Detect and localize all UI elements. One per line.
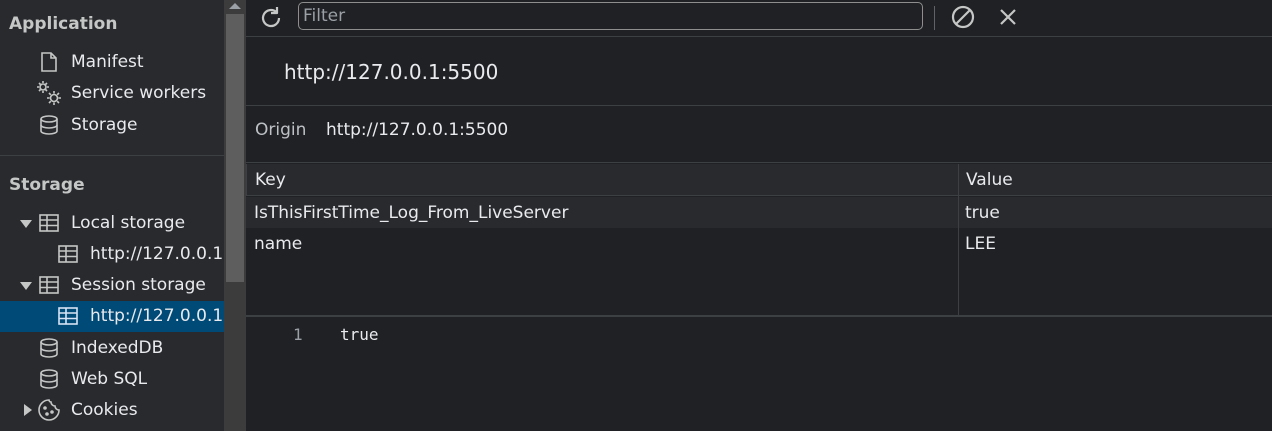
- column-header-key[interactable]: Key: [255, 170, 286, 190]
- sidebar-scrollbar-thumb[interactable]: [226, 14, 244, 282]
- sidebar-item-cookies[interactable]: Cookies: [0, 395, 224, 426]
- key-value-table: Key Value IsThisFirstTime_Log_From_LiveS…: [246, 164, 1272, 317]
- row-key: IsThisFirstTime_Log_From_LiveServer: [254, 203, 569, 223]
- table-icon: [39, 276, 59, 294]
- origin-label: Origin: [255, 120, 307, 140]
- sidebar-item-label: Web SQL: [71, 369, 148, 389]
- sidebar-item-label: Local storage: [71, 213, 186, 233]
- sidebar-item-manifest[interactable]: Manifest: [0, 47, 224, 78]
- origin-value: http://127.0.0.1:5500: [326, 120, 509, 140]
- database-icon: [40, 338, 58, 358]
- preview-text: true: [340, 325, 379, 344]
- sidebar-item-indexeddb[interactable]: IndexedDB: [0, 333, 224, 364]
- sidebar-item-web-sql[interactable]: Web SQL: [0, 364, 224, 395]
- sidebar-item-label: http://127.0.0.1:5500: [90, 306, 224, 326]
- toolbar: [246, 0, 1272, 37]
- line-number: 1: [293, 325, 303, 344]
- toolbar-separator: [934, 6, 935, 30]
- sidebar-item-label: IndexedDB: [71, 338, 164, 358]
- value-preview: 1 true: [246, 319, 1272, 431]
- expand-arrow-icon[interactable]: [24, 404, 32, 416]
- application-section-title: Application: [9, 14, 118, 34]
- expand-arrow-icon[interactable]: [20, 220, 32, 228]
- table-icon: [58, 307, 78, 325]
- sidebar-item-storage[interactable]: Storage: [0, 110, 224, 141]
- sidebar-divider: [0, 155, 224, 156]
- expand-arrow-icon[interactable]: [20, 282, 32, 290]
- column-divider[interactable]: [958, 164, 959, 317]
- sidebar-item-label: Cookies: [71, 400, 138, 420]
- sidebar-item-label: Manifest: [71, 52, 144, 72]
- document-icon: [41, 52, 57, 72]
- storage-panel: http://127.0.0.1:5500 Origin http://127.…: [246, 0, 1272, 431]
- sidebar-item-label: Service workers: [71, 83, 207, 103]
- database-icon: [40, 115, 58, 135]
- origin-header: http://127.0.0.1:5500: [246, 38, 1272, 106]
- sidebar: Application Manifest Service workers Sto…: [0, 0, 224, 431]
- cookie-icon: [38, 399, 60, 421]
- delete-selected-icon[interactable]: [996, 5, 1020, 29]
- filter-input[interactable]: [298, 2, 923, 30]
- sidebar-item-label: Session storage: [71, 275, 206, 295]
- sidebar-item-session-storage-origin[interactable]: http://127.0.0.1:5500: [0, 301, 224, 332]
- sidebar-item-label: http://127.0.0.1:5500: [90, 244, 224, 264]
- scroll-up-arrow-icon[interactable]: [229, 3, 241, 9]
- table-header: Key Value: [246, 164, 1272, 196]
- row-value: true: [965, 203, 1000, 223]
- row-value: LEE: [965, 234, 996, 254]
- table-icon: [58, 245, 78, 263]
- table-row[interactable]: IsThisFirstTime_Log_From_LiveServer true: [246, 197, 1272, 228]
- clear-all-icon[interactable]: [950, 4, 976, 30]
- sidebar-item-session-storage[interactable]: Session storage: [0, 270, 224, 301]
- table-row[interactable]: name LEE: [246, 228, 1272, 259]
- row-key: name: [254, 234, 303, 254]
- origin-title: http://127.0.0.1:5500: [284, 60, 499, 84]
- column-header-value[interactable]: Value: [966, 170, 1013, 190]
- table-icon: [39, 214, 59, 232]
- refresh-icon[interactable]: [258, 5, 284, 31]
- gears-icon: [37, 81, 61, 105]
- sidebar-item-service-workers[interactable]: Service workers: [0, 78, 224, 109]
- sidebar-item-local-storage-origin[interactable]: http://127.0.0.1:5500: [0, 239, 224, 270]
- sidebar-item-label: Storage: [71, 115, 138, 135]
- database-icon: [40, 369, 58, 389]
- storage-section-title: Storage: [9, 175, 85, 195]
- sidebar-item-local-storage[interactable]: Local storage: [0, 208, 224, 239]
- origin-row: Origin http://127.0.0.1:5500: [246, 107, 1272, 163]
